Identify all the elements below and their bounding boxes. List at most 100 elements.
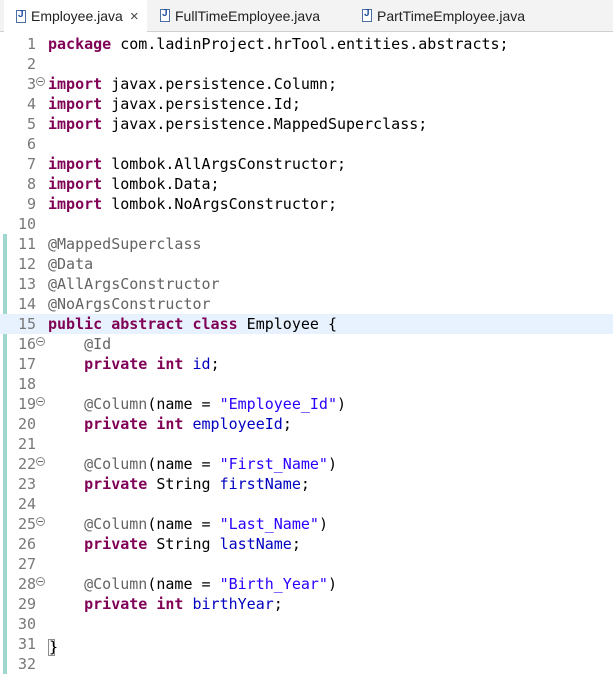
code-token: )	[327, 575, 337, 593]
code-text: public abstract class Employee {	[48, 314, 337, 334]
line-number: 21	[17, 435, 36, 453]
code-line[interactable]: 17 private int id;	[0, 354, 613, 374]
code-line[interactable]: 8 import lombok.Data;	[0, 174, 613, 194]
line-number: 12	[17, 255, 36, 273]
line-number: 31	[17, 635, 36, 653]
code-line[interactable]: 3 import javax.persistence.Column;	[0, 74, 613, 94]
code-token: @NoArgsConstructor	[48, 295, 211, 313]
line-number: 18	[17, 375, 36, 393]
tab-parttimeemployee-java[interactable]: PartTimeEmployee.java	[358, 0, 533, 31]
code-text: @Column(name = "First_Name")	[48, 454, 337, 474]
code-text: @NoArgsConstructor	[48, 294, 211, 314]
code-token: javax.persistence.Column;	[102, 75, 337, 93]
code-text: @Id	[48, 334, 111, 354]
fold-collapse-icon[interactable]	[36, 77, 45, 86]
code-token: @Column	[84, 515, 148, 533]
code-line[interactable]: 7 import lombok.AllArgsConstructor;	[0, 154, 613, 174]
line-number: 3	[26, 75, 36, 93]
code-token: ;	[210, 355, 220, 373]
code-token: ;	[282, 415, 292, 433]
tab-fulltimeemployee-java[interactable]: FullTimeEmployee.java	[156, 0, 328, 31]
code-line[interactable]: 9 import lombok.NoArgsConstructor;	[0, 194, 613, 214]
fold-collapse-icon[interactable]	[36, 337, 45, 346]
code-line[interactable]: 31}	[0, 634, 613, 656]
editor-tab-bar: Employee.java × FullTimeEmployee.java Pa…	[0, 0, 613, 32]
code-line[interactable]: 5 import javax.persistence.MappedSupercla…	[0, 114, 613, 134]
code-line[interactable]: 13 @AllArgsConstructor	[0, 274, 613, 294]
code-line[interactable]: 10	[0, 214, 613, 234]
code-line[interactable]: 18	[0, 374, 613, 394]
code-token: ;	[291, 535, 301, 553]
code-line[interactable]: 19 @Column(name = "Employee_Id")	[0, 394, 613, 414]
line-number: 11	[17, 235, 36, 253]
code-token: int	[156, 355, 184, 373]
line-number: 5	[26, 115, 36, 133]
code-line[interactable]: 23 private String firstName;	[0, 474, 613, 494]
code-line[interactable]: 24	[0, 494, 613, 514]
code-line[interactable]: 2	[0, 54, 613, 74]
code-line[interactable]: 1 package com.ladinProject.hrTool.entitie…	[0, 34, 613, 54]
code-line[interactable]: 27	[0, 554, 613, 574]
code-line[interactable]: 12 @Data	[0, 254, 613, 274]
code-line[interactable]: 30	[0, 614, 613, 634]
code-token: private	[84, 535, 148, 553]
code-text: @Column(name = "Last_Name")	[48, 514, 328, 534]
code-token: int	[156, 415, 184, 433]
code-text: private int birthYear;	[48, 594, 283, 614]
code-line[interactable]: 20 private int employeeId;	[0, 414, 613, 434]
code-token: birthYear	[192, 595, 274, 613]
code-line[interactable]: 26 private String lastName;	[0, 534, 613, 554]
fold-collapse-icon[interactable]	[36, 517, 45, 526]
code-token: @Column	[84, 455, 148, 473]
code-line[interactable]: 6	[0, 134, 613, 154]
code-token: lombok.NoArgsConstructor;	[102, 195, 337, 213]
code-text: private String lastName;	[48, 534, 301, 554]
code-text: import javax.persistence.Column;	[48, 74, 337, 94]
code-editor[interactable]: 1 package com.ladinProject.hrTool.entitie…	[0, 32, 613, 676]
code-text: import lombok.Data;	[48, 174, 220, 194]
code-text: private String firstName;	[48, 474, 310, 494]
code-token: abstract	[111, 315, 184, 333]
line-number: 22	[17, 455, 36, 473]
code-token: )	[337, 395, 347, 413]
code-line[interactable]: 32	[0, 654, 613, 674]
code-line[interactable]: 4 import javax.persistence.Id;	[0, 94, 613, 114]
code-token: "First_Name"	[219, 455, 328, 473]
code-token: ;	[273, 595, 283, 613]
code-line[interactable]: 14 @NoArgsConstructor	[0, 294, 613, 314]
code-token: import	[48, 95, 103, 113]
code-line[interactable]: 16 @Id	[0, 334, 613, 354]
tab-employee-java[interactable]: Employee.java ×	[4, 0, 147, 32]
line-number: 13	[17, 275, 36, 293]
line-number: 10	[17, 215, 36, 233]
fold-collapse-icon[interactable]	[36, 457, 45, 466]
code-line[interactable]: 21	[0, 434, 613, 454]
code-token: "Birth_Year"	[219, 575, 328, 593]
code-token: firstName	[219, 475, 301, 493]
line-number: 14	[17, 295, 36, 313]
close-icon[interactable]: ×	[130, 8, 139, 25]
line-number: 24	[17, 495, 36, 513]
code-token: @AllArgsConstructor	[48, 275, 220, 293]
code-line[interactable]: 28 @Column(name = "Birth_Year")	[0, 574, 613, 594]
tab-label: PartTimeEmployee.java	[377, 7, 526, 24]
fold-collapse-icon[interactable]	[36, 577, 45, 586]
line-number: 4	[26, 95, 36, 113]
code-token: (name =	[147, 575, 220, 593]
code-line[interactable]: 15 public abstract class Employee {	[0, 314, 613, 334]
code-line[interactable]: 29 private int birthYear;	[0, 594, 613, 614]
code-token: import	[48, 175, 103, 193]
code-token: import	[48, 155, 103, 173]
code-token: @MappedSuperclass	[48, 235, 202, 253]
code-line[interactable]: 11 @MappedSuperclass	[0, 234, 613, 254]
fold-collapse-icon[interactable]	[36, 397, 45, 406]
code-token: @Data	[48, 255, 94, 273]
code-line[interactable]: 22 @Column(name = "First_Name")	[0, 454, 613, 474]
code-line[interactable]: 25 @Column(name = "Last_Name")	[0, 514, 613, 534]
code-token: String	[147, 535, 220, 553]
code-token: public	[48, 315, 103, 333]
